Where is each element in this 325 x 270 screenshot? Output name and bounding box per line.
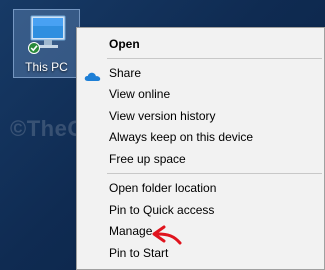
menu-separator [107, 173, 322, 174]
this-pc-desktop-icon[interactable]: This PC [13, 9, 80, 78]
menu-item-view-online[interactable]: View online [78, 84, 323, 104]
menu-item-share[interactable]: Share [78, 63, 323, 83]
menu-item-share-label: Share [109, 66, 142, 80]
this-pc-label: This PC [25, 60, 68, 74]
menu-item-open-label: Open [109, 37, 140, 51]
red-arrow-icon [150, 224, 184, 251]
menu-item-pin-quick-access-label: Pin to Quick access [109, 203, 215, 217]
menu-item-manage-label: Manage [109, 224, 153, 238]
menu-item-pin-quick-access[interactable]: Pin to Quick access [78, 200, 323, 220]
this-pc-icon [28, 14, 68, 63]
menu-item-view-online-label: View online [109, 87, 171, 101]
menu-item-pin-start[interactable]: Pin to Start [78, 243, 323, 263]
menu-item-free-up-space-label: Free up space [109, 152, 186, 166]
menu-item-open[interactable]: Open [78, 34, 323, 54]
menu-item-free-up-space[interactable]: Free up space [78, 149, 323, 169]
menu-item-view-version-history-label: View version history [109, 109, 216, 123]
menu-item-open-folder-location[interactable]: Open folder location [78, 178, 323, 198]
menu-item-view-version-history[interactable]: View version history [78, 106, 323, 126]
menu-item-always-keep-label: Always keep on this device [109, 130, 254, 144]
menu-item-manage[interactable]: Manage [78, 221, 323, 241]
context-menu: Open Share View online View version hist… [76, 27, 325, 270]
menu-item-open-folder-location-label: Open folder location [109, 181, 217, 195]
menu-separator [107, 58, 322, 59]
menu-item-always-keep[interactable]: Always keep on this device [78, 127, 323, 147]
